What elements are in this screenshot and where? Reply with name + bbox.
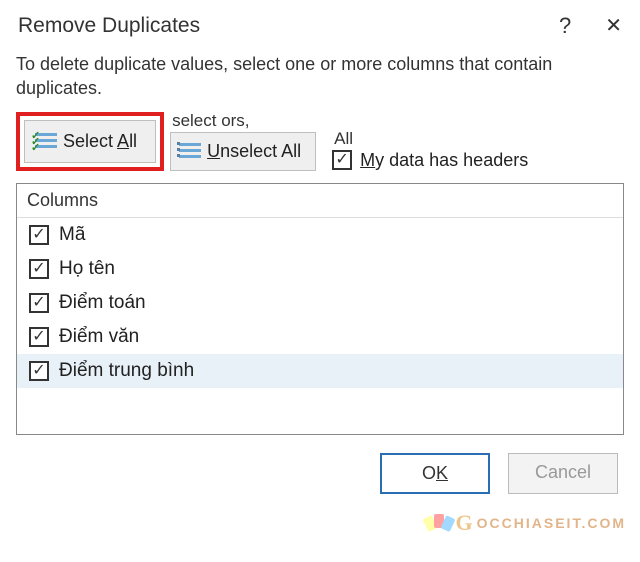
watermark-g: G <box>456 510 473 536</box>
column-label: Họ tên <box>59 258 115 280</box>
select-all-icon <box>35 131 57 151</box>
remove-duplicates-dialog: Remove Duplicates ? ✕ To delete duplicat… <box>0 0 640 510</box>
select-all-label: Select All <box>63 131 137 152</box>
toolbar: Select All select ors, Unselect All All … <box>16 111 624 171</box>
column-row[interactable]: Điểm trung bình <box>17 354 623 388</box>
cancel-button[interactable]: Cancel <box>508 453 618 494</box>
columns-header: Columns <box>17 184 623 218</box>
watermark: G OCCHIASEIT.COM <box>426 510 626 536</box>
column-label: Điểm toán <box>59 292 146 314</box>
unselect-all-icon <box>179 141 201 161</box>
unselect-caption: select ors, <box>170 111 316 131</box>
column-checkbox[interactable] <box>29 293 49 313</box>
column-checkbox[interactable] <box>29 327 49 347</box>
watermark-text: OCCHIASEIT.COM <box>477 515 626 531</box>
column-checkbox[interactable] <box>29 225 49 245</box>
columns-list: Mã Họ tên Điểm toán Điểm văn Điểm trung bình <box>17 218 623 388</box>
column-checkbox[interactable] <box>29 259 49 279</box>
dialog-footer: OK Cancel <box>16 453 624 494</box>
headers-checkbox[interactable] <box>332 150 352 170</box>
column-row[interactable]: Điểm văn <box>17 320 623 354</box>
column-row[interactable]: Mã <box>17 218 623 252</box>
column-label: Mã <box>59 224 85 246</box>
unselect-all-button[interactable]: Unselect All <box>170 132 316 171</box>
unselect-all-group: select ors, Unselect All <box>170 111 316 171</box>
columns-panel: Columns Mã Họ tên Điểm toán Điểm văn Điểm tr… <box>16 183 624 435</box>
ok-button[interactable]: OK <box>380 453 490 494</box>
column-row[interactable]: Họ tên <box>17 252 623 286</box>
select-all-highlight: Select All <box>16 112 164 171</box>
headers-group: All My data has headers <box>332 129 528 171</box>
column-row[interactable]: Điểm toán <box>17 286 623 320</box>
headers-label: My data has headers <box>360 150 528 171</box>
help-icon[interactable]: ? <box>559 15 571 37</box>
column-label: Điểm văn <box>59 326 139 348</box>
titlebar: Remove Duplicates ? ✕ <box>16 10 624 48</box>
watermark-logo-icon <box>426 510 452 536</box>
titlebar-controls: ? ✕ <box>559 15 622 37</box>
headers-caption: All <box>332 129 528 149</box>
column-label: Điểm trung bình <box>59 360 194 382</box>
column-checkbox[interactable] <box>29 361 49 381</box>
close-icon[interactable]: ✕ <box>605 16 622 36</box>
dialog-title: Remove Duplicates <box>18 14 200 38</box>
unselect-all-label: Unselect All <box>207 141 301 162</box>
my-data-has-headers[interactable]: My data has headers <box>332 150 528 171</box>
select-all-button[interactable]: Select All <box>24 120 156 163</box>
instructions-text: To delete duplicate values, select one o… <box>16 52 624 101</box>
